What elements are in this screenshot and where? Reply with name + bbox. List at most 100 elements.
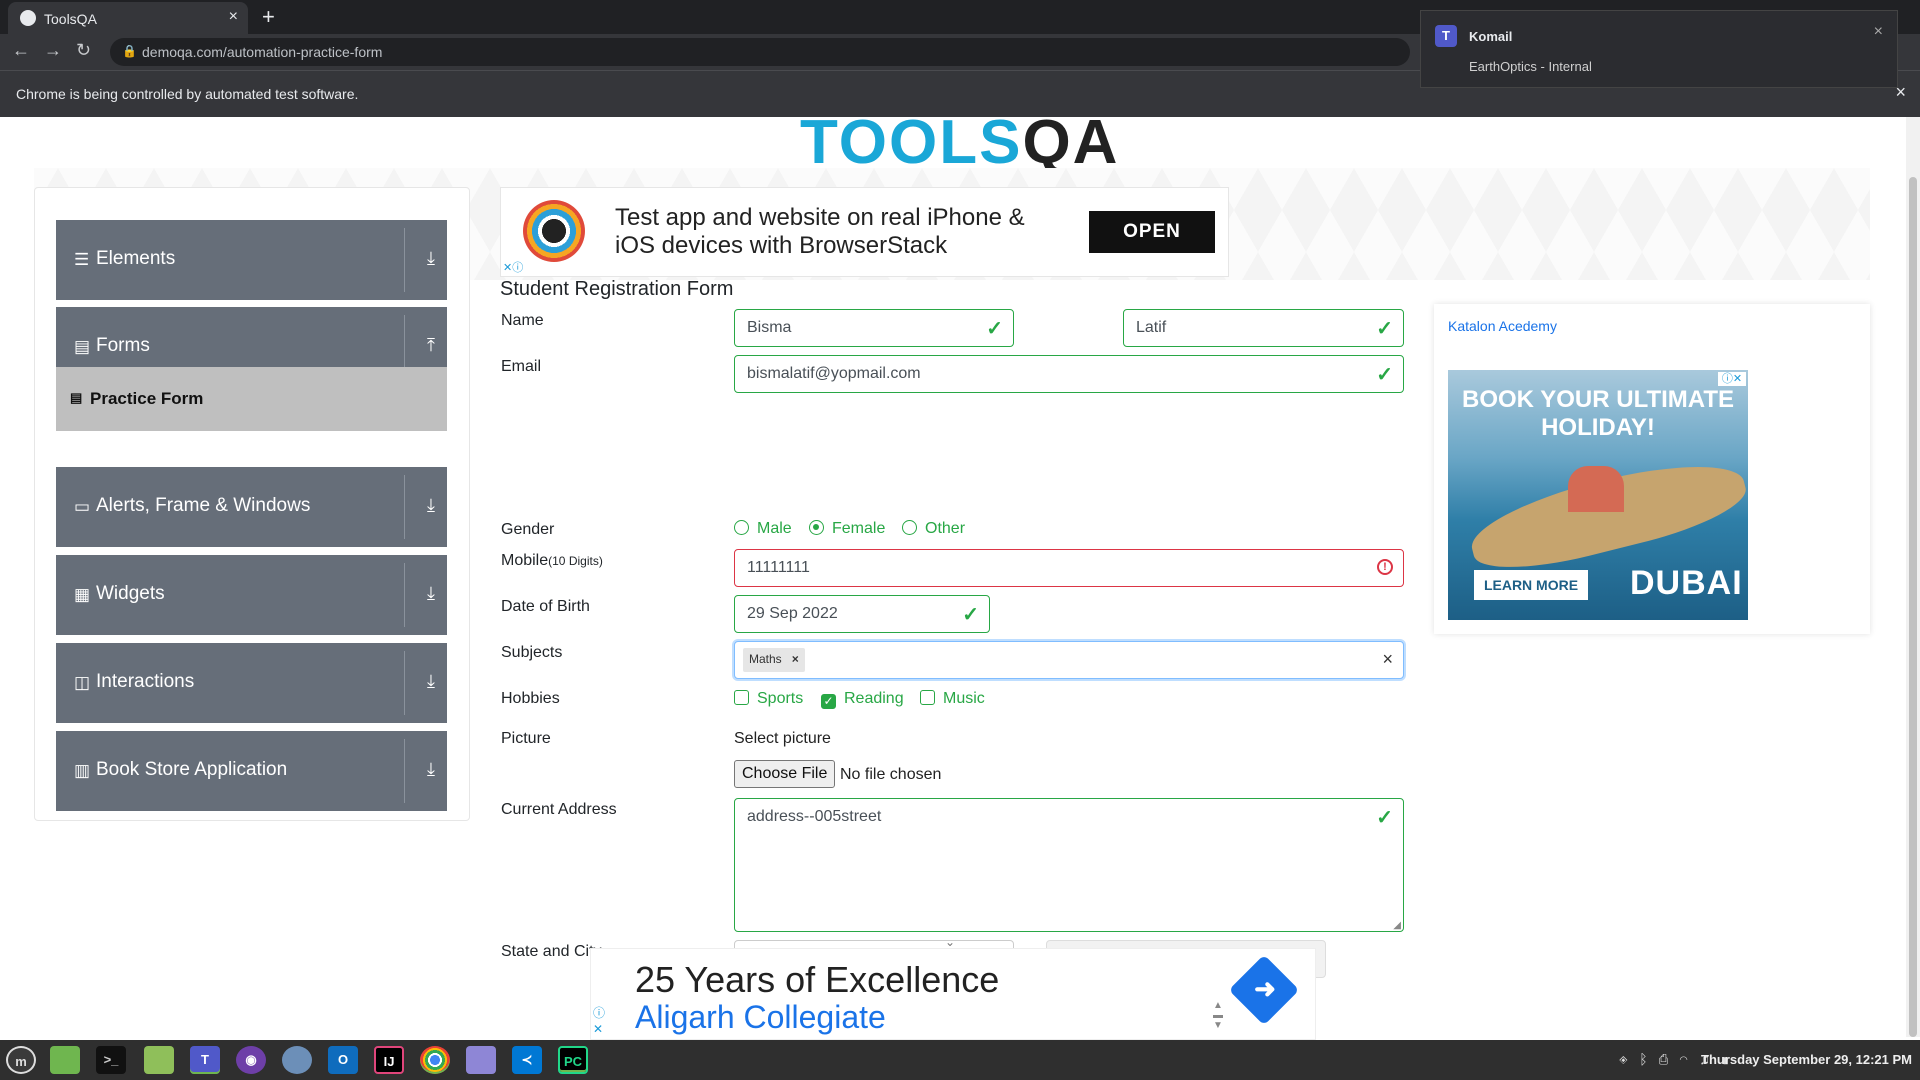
files-app-icon[interactable] <box>50 1046 80 1074</box>
ad-directions-button[interactable]: ➜ <box>1228 954 1300 1026</box>
hamburger-icon: ☰ <box>74 250 90 269</box>
valid-check-icon: ✓ <box>1376 318 1393 340</box>
grid-icon: ▦ <box>74 585 91 604</box>
radio-label: Female <box>832 520 886 537</box>
sidebar-ad-container: Katalon Acedemy ⓘ✕ BOOK YOUR ULTIMATE HO… <box>1434 304 1870 634</box>
os-taskbar: m >_ T ◉ O IJ ≺ PC ◈ ᛒ ⎙ ◠ ♫ ▮ Thursday … <box>0 1040 1920 1080</box>
bluetooth-icon[interactable]: ᛒ <box>1639 1051 1647 1067</box>
sidebar-item-practice-form[interactable]: ▤ Practice Form <box>56 367 447 431</box>
hobby-sports-checkbox[interactable]: Sports <box>734 690 803 708</box>
chrome-icon[interactable] <box>420 1046 450 1074</box>
sidebar-group-label: Book Store Application <box>96 759 288 780</box>
start-menu-icon[interactable]: m <box>6 1046 36 1074</box>
ad-headline: BOOK YOUR ULTIMATE HOLIDAY! <box>1462 386 1734 441</box>
dob-input[interactable]: 29 Sep 2022 ✓ <box>734 595 990 633</box>
sidebar-group-label: Interactions <box>96 671 195 692</box>
adchoices-icon[interactable]: ⓘ✕ <box>1718 372 1746 386</box>
name-label: Name <box>501 312 544 329</box>
divider <box>404 563 405 627</box>
expand-down-icon[interactable]: ⤓ <box>427 671 435 692</box>
sidebar-group-widgets[interactable]: ▦ Widgets ⤓ <box>56 555 447 635</box>
ad-scroll-icon[interactable]: ▲ ▬ ▼ <box>1213 1001 1223 1031</box>
collapse-up-icon[interactable]: ⤒ <box>427 335 435 356</box>
terminal-icon[interactable]: >_ <box>96 1046 126 1074</box>
browserstack-logo-icon <box>523 200 585 262</box>
address-value: address--005street <box>747 808 882 825</box>
books-icon: ▥ <box>74 761 91 780</box>
clear-icon[interactable]: × <box>1382 649 1393 670</box>
adchoices-icon[interactable]: ✕ⓘ <box>503 259 523 275</box>
back-arrow-icon[interactable]: ← <box>12 40 30 61</box>
tab-close-icon[interactable]: × <box>229 8 238 26</box>
picture-label: Picture <box>501 730 551 747</box>
printer-icon[interactable]: ⎙ <box>1659 1051 1667 1067</box>
teams-notification[interactable]: T Komail EarthOptics - Internal × <box>1420 10 1898 88</box>
folder-icon[interactable] <box>144 1046 174 1074</box>
page-scrollbar[interactable] <box>1906 117 1920 1037</box>
pycharm-icon[interactable]: PC <box>558 1046 588 1074</box>
chevron-down-icon: ⌄ <box>945 935 956 949</box>
gender-label: Gender <box>501 521 555 538</box>
notification-sender: Komail <box>1469 29 1513 44</box>
dubai-ad[interactable]: ⓘ✕ BOOK YOUR ULTIMATE HOLIDAY! LEARN MOR… <box>1448 370 1748 620</box>
teams-tray-icon[interactable]: ◈ <box>1619 1051 1627 1067</box>
chromium-icon[interactable] <box>282 1046 312 1074</box>
chip-label: Maths <box>749 652 782 666</box>
clock[interactable]: Thursday September 29, 12:21 PM <box>1701 1052 1912 1067</box>
reload-icon[interactable]: ↻ <box>76 40 91 61</box>
ad-open-button[interactable]: OPEN <box>1089 211 1215 253</box>
wifi-icon[interactable]: ◠ <box>1679 1051 1687 1067</box>
subjects-input[interactable]: Maths × × <box>734 641 1404 679</box>
github-icon[interactable]: ◉ <box>236 1046 266 1074</box>
radio-selected-icon <box>809 520 824 535</box>
last-name-input[interactable]: Latif ✓ <box>1123 309 1404 347</box>
checkbox-icon <box>734 690 749 705</box>
expand-down-icon[interactable]: ⤓ <box>427 495 435 516</box>
gender-other-radio[interactable]: Other <box>902 520 965 538</box>
browserstack-ad[interactable]: Test app and website on real iPhone & iO… <box>500 187 1229 277</box>
adchoices-icon[interactable]: ⓘ✕ <box>593 1005 605 1037</box>
current-address-textarea[interactable]: address--005street ✓ ◢ <box>734 798 1404 932</box>
hobby-reading-checkbox[interactable]: ✓ Reading <box>821 690 904 709</box>
chip-remove-icon[interactable]: × <box>792 652 799 666</box>
learn-more-button[interactable]: LEARN MORE <box>1474 570 1588 600</box>
sidebar-group-interactions[interactable]: ◫ Interactions ⤓ <box>56 643 447 723</box>
gender-female-radio[interactable]: Female <box>809 520 885 538</box>
expand-down-icon[interactable]: ⤓ <box>427 248 435 269</box>
hobby-music-checkbox[interactable]: Music <box>920 690 985 708</box>
document-icon: ▤ <box>74 337 91 356</box>
expand-down-icon[interactable]: ⤓ <box>427 759 435 780</box>
browser-tab[interactable]: ToolsQA × <box>8 2 248 34</box>
sidebar-group-elements[interactable]: ☰ Elements ⤓ <box>56 220 447 300</box>
infobar-message: Chrome is being controlled by automated … <box>16 86 359 102</box>
expand-down-icon[interactable]: ⤓ <box>427 583 435 604</box>
hobbies-label: Hobbies <box>501 690 560 707</box>
bottom-ad[interactable]: ⓘ ✕ 25 Years of Excellence Aligarh Colleg… <box>590 948 1316 1040</box>
forward-arrow-icon[interactable]: → <box>44 40 62 61</box>
choose-file-button[interactable]: Choose File <box>734 760 836 788</box>
vscode-icon[interactable]: ≺ <box>512 1046 542 1074</box>
email-input[interactable]: bismalatif@yopmail.com ✓ <box>734 355 1404 393</box>
ad-text: Test app and website on real iPhone & iO… <box>615 204 1025 259</box>
notes-icon[interactable] <box>466 1046 496 1074</box>
sidebar-group-book-store[interactable]: ▥ Book Store Application ⤓ <box>56 731 447 811</box>
sidebar-group-label: Elements <box>96 248 176 269</box>
first-name-input[interactable]: Bisma ✓ <box>734 309 1014 347</box>
teams-icon[interactable]: T <box>190 1046 220 1074</box>
arrow-right-icon: ➜ <box>1254 973 1276 1004</box>
url-text: demoqa.com/automation-practice-form <box>142 44 383 60</box>
mobile-hint: (10 Digits) <box>548 554 603 568</box>
intellij-icon[interactable]: IJ <box>374 1046 404 1074</box>
new-tab-button[interactable]: + <box>262 4 275 30</box>
mobile-label: Mobile(10 Digits) <box>501 552 603 570</box>
gender-male-radio[interactable]: Male <box>734 520 792 538</box>
no-file-text: No file chosen <box>840 766 942 783</box>
sidebar-group-alerts[interactable]: ▭ Alerts, Frame & Windows ⤓ <box>56 467 447 547</box>
scrollbar-thumb[interactable] <box>1909 177 1917 1037</box>
outlook-icon[interactable]: O <box>328 1046 358 1074</box>
katalon-ad-link[interactable]: Katalon Acedemy <box>1448 318 1557 334</box>
resize-handle-icon[interactable]: ◢ <box>1393 920 1401 931</box>
mobile-input[interactable]: 11111111 ! <box>734 549 1404 587</box>
address-bar[interactable]: 🔒 demoqa.com/automation-practice-form <box>110 38 1410 66</box>
notification-close-icon[interactable]: × <box>1874 23 1883 41</box>
